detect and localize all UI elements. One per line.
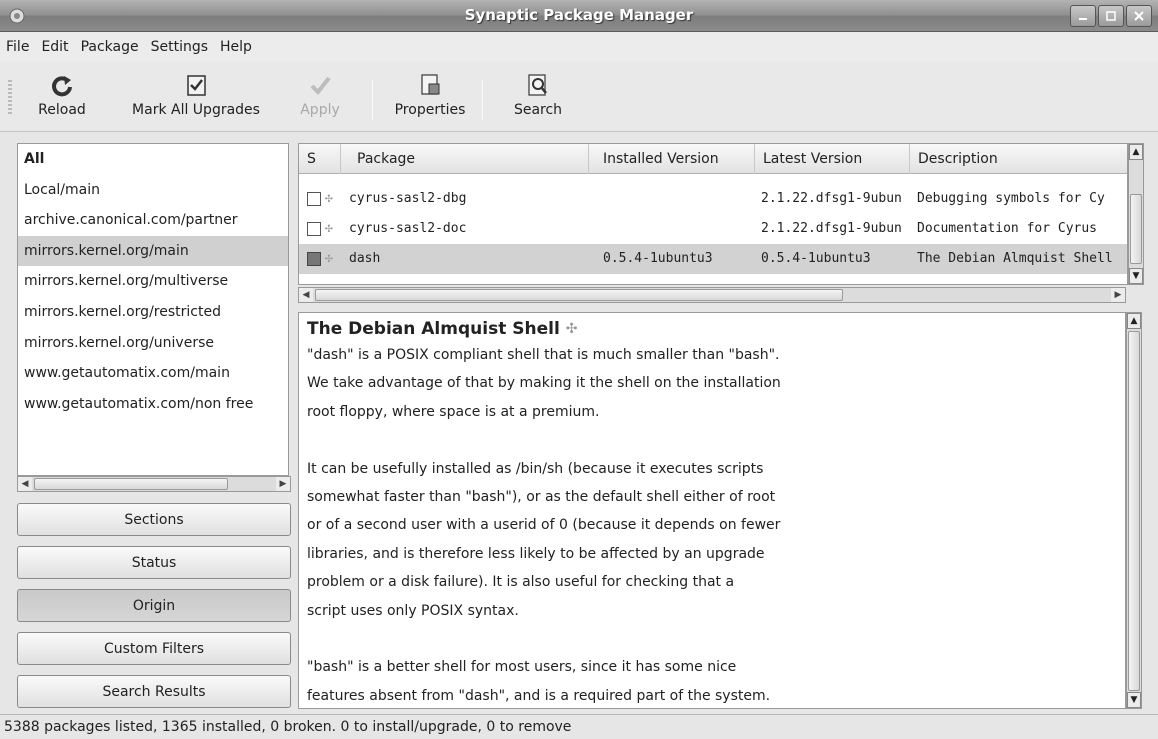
origin-filter-button[interactable]: Origin [17, 589, 291, 622]
package-list-header: S Package Installed Version Latest Versi… [299, 144, 1127, 174]
origin-list: All Local/main archive.canonical.com/par… [17, 143, 289, 476]
apply-checkmark-icon [310, 76, 331, 96]
package-row[interactable]: ✣ cyrus-sasl2-doc 2.1.22.dfsg1-9ubun Doc… [299, 214, 1127, 244]
ubuntu-logo-icon: ✣ [565, 321, 578, 337]
menu-package[interactable]: Package [81, 39, 139, 55]
column-status[interactable]: S [299, 144, 341, 174]
scroll-left-arrow-icon[interactable]: ◀ [299, 288, 313, 302]
description-line: or of a second user with a userid of 0 (… [307, 517, 781, 534]
mark-all-upgrades-button[interactable]: Mark All Upgrades [118, 66, 274, 128]
origin-item[interactable]: www.getautomatix.com/non free [18, 389, 288, 420]
package-checkbox[interactable] [307, 192, 321, 206]
package-list-vscrollbar[interactable]: ▲ ▼ [1128, 143, 1144, 285]
maximize-button[interactable] [1098, 5, 1124, 27]
description-line: somewhat faster than "bash"), or as the … [307, 488, 776, 505]
toolbar: Reload Mark All Upgrades Apply Propertie… [0, 62, 1158, 132]
status-text: 5388 packages listed, 1365 installed, 0 … [4, 719, 572, 735]
search-icon [528, 74, 547, 96]
package-checkbox[interactable] [307, 222, 321, 236]
reload-button[interactable]: Reload [22, 66, 102, 128]
toolbar-grip[interactable] [8, 80, 12, 114]
mark-upgrades-icon [187, 75, 206, 96]
search-button[interactable]: Search [498, 66, 578, 128]
description-line: libraries, and is therefore less likely … [307, 545, 765, 562]
ubuntu-logo-icon: ✣ [325, 251, 333, 266]
menu-settings[interactable]: Settings [151, 39, 208, 55]
properties-icon [421, 74, 440, 95]
minimize-icon [1079, 18, 1087, 20]
scroll-left-arrow-icon[interactable]: ◀ [18, 477, 32, 491]
description-line: "dash" is a POSIX compliant shell that i… [307, 347, 780, 363]
title-bar: Synaptic Package Manager [0, 0, 1158, 32]
menu-file[interactable]: File [6, 39, 29, 55]
search-results-button[interactable]: Search Results [17, 675, 291, 708]
description-line: It can be usefully installed as /bin/sh … [307, 460, 764, 477]
window-title: Synaptic Package Manager [464, 6, 694, 24]
origin-item[interactable]: www.getautomatix.com/main [18, 358, 288, 389]
origin-item[interactable]: archive.canonical.com/partner [18, 205, 288, 236]
sections-filter-button[interactable]: Sections [17, 503, 291, 536]
package-row-selected[interactable]: ✣ dash 0.5.4-1ubuntu3 0.5.4-1ubuntu3 The… [299, 244, 1127, 274]
scrollbar-thumb[interactable] [34, 478, 228, 490]
description-line [307, 625, 1125, 653]
scroll-up-arrow-icon[interactable]: ▲ [1127, 313, 1141, 329]
origin-item-selected[interactable]: mirrors.kernel.org/main [18, 235, 288, 267]
maximize-icon [1106, 11, 1116, 21]
status-filter-button[interactable]: Status [17, 546, 291, 579]
origin-item[interactable]: Local/main [18, 175, 288, 206]
column-latest-version[interactable]: Latest Version [755, 144, 910, 174]
scrollbar-thumb[interactable] [1130, 194, 1142, 264]
column-package[interactable]: Package [349, 144, 589, 174]
package-description: The Debian Almquist Shell ✣ "dash" is a … [298, 312, 1126, 709]
toolbar-separator [372, 80, 373, 120]
origin-item[interactable]: mirrors.kernel.org/universe [18, 328, 288, 359]
origin-item[interactable]: mirrors.kernel.org/multiverse [18, 266, 288, 297]
minimize-button[interactable] [1070, 5, 1096, 27]
scroll-down-arrow-icon[interactable]: ▼ [1129, 268, 1143, 284]
toolbar-separator [482, 80, 483, 120]
status-bar: 5388 packages listed, 1365 installed, 0 … [0, 714, 1158, 739]
custom-filters-button[interactable]: Custom Filters [17, 632, 291, 665]
menu-edit[interactable]: Edit [41, 39, 68, 55]
description-title: The Debian Almquist Shell ✣ [307, 319, 578, 339]
package-checkbox-installed[interactable] [307, 252, 321, 266]
scrollbar-thumb[interactable] [315, 289, 843, 301]
description-line: features absent from "dash", and is a re… [307, 687, 771, 704]
menu-bar: File Edit Package Settings Help [0, 32, 1158, 62]
scroll-up-arrow-icon[interactable]: ▲ [1129, 144, 1143, 160]
description-line: problem or a disk failure). It is also u… [307, 574, 735, 591]
description-line: "bash" is a better shell for most users,… [307, 659, 737, 676]
description-vscrollbar[interactable]: ▲ ▼ [1126, 312, 1142, 709]
package-row[interactable]: ✣ cyrus-sasl2-dbg 2.1.22.dfsg1-9ubun Deb… [299, 184, 1127, 214]
description-line: We take advantage of that by making it t… [307, 375, 781, 392]
column-installed-version[interactable]: Installed Version [595, 144, 755, 174]
description-line: script uses only POSIX syntax. [307, 602, 519, 619]
ubuntu-logo-icon: ✣ [325, 221, 333, 236]
scroll-right-arrow-icon[interactable]: ▶ [1111, 288, 1125, 302]
reload-icon [52, 76, 72, 97]
scroll-right-arrow-icon[interactable]: ▶ [276, 477, 290, 491]
properties-button[interactable]: Properties [380, 66, 480, 128]
package-list-hscrollbar[interactable]: ◀ ▶ [298, 287, 1126, 303]
scrollbar-thumb[interactable] [1128, 331, 1140, 691]
scroll-down-arrow-icon[interactable]: ▼ [1127, 692, 1141, 708]
description-line: root floppy, where space is at a premium… [307, 403, 600, 420]
apply-button[interactable]: Apply [290, 66, 350, 128]
origin-item-all[interactable]: All [18, 144, 288, 175]
close-button[interactable] [1126, 5, 1152, 27]
close-icon [1134, 11, 1144, 21]
column-description[interactable]: Description [910, 144, 1127, 174]
origin-list-hscrollbar[interactable]: ◀ ▶ [17, 476, 291, 492]
origin-item[interactable]: mirrors.kernel.org/restricted [18, 297, 288, 328]
description-line [307, 426, 1125, 454]
ubuntu-logo-icon: ✣ [325, 191, 333, 206]
package-list: S Package Installed Version Latest Versi… [298, 143, 1128, 285]
menu-help[interactable]: Help [220, 39, 252, 55]
